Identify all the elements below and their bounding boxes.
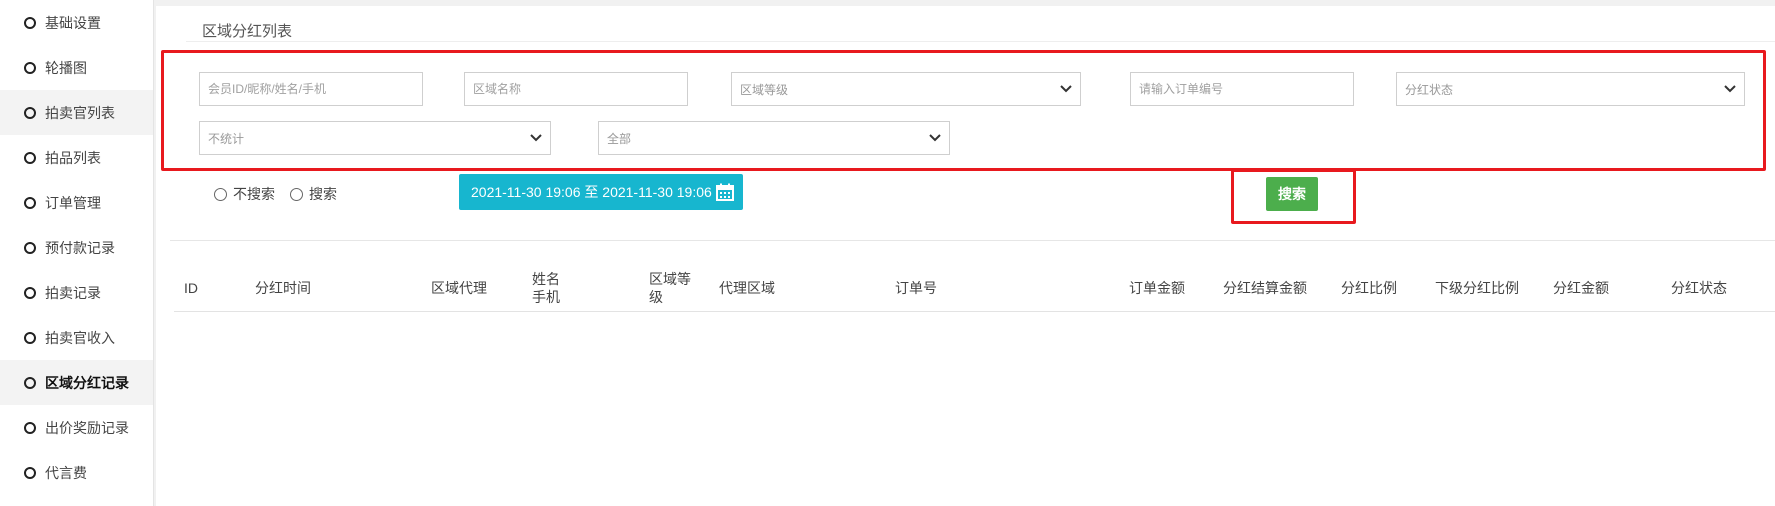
- chevron-down-icon: [929, 132, 941, 144]
- column-sub-dividend-ratio: 下级分红比例: [1435, 280, 1519, 296]
- column-name-phone: 姓名 手机: [532, 264, 560, 312]
- sidebar-item-lot-list[interactable]: 拍品列表: [0, 135, 153, 180]
- member-search-input[interactable]: [199, 72, 423, 106]
- sidebar-item-label: 预付款记录: [45, 239, 115, 256]
- sidebar-item-label: 订单管理: [45, 194, 101, 211]
- sidebar-item-basic-settings[interactable]: 基础设置: [0, 0, 153, 45]
- main-panel: 区域分红列表 区域等级 分红状态 不统计 全部 不搜索 搜索: [156, 6, 1775, 506]
- sidebar-item-bid-reward-records[interactable]: 出价奖励记录: [0, 405, 153, 450]
- sidebar-item-endorsement-fee[interactable]: 代言费: [0, 450, 153, 495]
- chevron-down-icon: [1060, 83, 1072, 95]
- table-header: ID 分红时间 区域代理 姓名 手机 区域等 级 代理区域 订单号 订单金额 分…: [174, 264, 1775, 312]
- area-name-input[interactable]: [464, 72, 688, 106]
- column-order-number: 订单号: [895, 280, 937, 296]
- column-area-level-line2: 级: [649, 289, 663, 305]
- circle-bullet-icon: [24, 241, 36, 254]
- circle-bullet-icon: [24, 376, 36, 389]
- scope-select[interactable]: 全部: [598, 121, 950, 155]
- circle-bullet-icon: [24, 196, 36, 209]
- dividend-status-select[interactable]: 分红状态: [1396, 72, 1745, 106]
- radio-no-search[interactable]: 不搜索: [214, 184, 275, 204]
- sidebar-item-label: 区域分红记录: [45, 374, 129, 391]
- sidebar-item-label: 基础设置: [45, 14, 101, 31]
- radio-button[interactable]: [290, 187, 303, 201]
- area-level-select[interactable]: 区域等级: [731, 72, 1081, 106]
- column-dividend-amount: 分红金额: [1553, 280, 1609, 296]
- circle-bullet-icon: [24, 421, 36, 434]
- sidebar-item-order-management[interactable]: 订单管理: [0, 180, 153, 225]
- page-title: 区域分红列表: [202, 23, 293, 40]
- circle-bullet-icon: [24, 466, 36, 479]
- circle-bullet-icon: [24, 61, 36, 74]
- sidebar: 基础设置 轮播图 拍卖官列表 拍品列表 订单管理 预付款记录 拍卖记录 拍卖官收…: [0, 0, 154, 506]
- search-button[interactable]: 搜索: [1266, 177, 1318, 211]
- statistics-select[interactable]: 不统计: [199, 121, 551, 155]
- column-dividend-ratio: 分红比例: [1341, 280, 1397, 296]
- sidebar-item-label: 拍卖官收入: [45, 329, 115, 346]
- sidebar-item-label: 代言费: [45, 464, 87, 481]
- circle-bullet-icon: [24, 151, 36, 164]
- column-name: 姓名: [532, 271, 560, 287]
- radio-button[interactable]: [214, 187, 227, 201]
- sidebar-item-auctioneer-list[interactable]: 拍卖官列表: [0, 90, 153, 135]
- date-range-picker[interactable]: 2021-11-30 19:06 至 2021-11-30 19:06: [459, 174, 743, 210]
- sidebar-item-label: 拍卖官列表: [45, 104, 115, 121]
- dividend-status-select-value: 分红状态: [1405, 82, 1454, 97]
- radio-search-label: 搜索: [309, 186, 337, 202]
- circle-bullet-icon: [24, 106, 36, 119]
- chevron-down-icon: [530, 132, 542, 144]
- column-dividend-time: 分红时间: [255, 280, 311, 296]
- sidebar-item-prepayment-records[interactable]: 预付款记录: [0, 225, 153, 270]
- radio-search[interactable]: 搜索: [290, 184, 337, 204]
- section-divider: [170, 240, 1775, 241]
- sidebar-item-carousel[interactable]: 轮播图: [0, 45, 153, 90]
- sidebar-item-label: 拍卖记录: [45, 284, 101, 301]
- column-area-level-line1: 区域等: [649, 271, 691, 287]
- circle-bullet-icon: [24, 286, 36, 299]
- column-dividend-status: 分红状态: [1671, 280, 1727, 296]
- column-id: ID: [184, 280, 198, 296]
- circle-bullet-icon: [24, 16, 36, 29]
- order-number-input[interactable]: [1130, 72, 1354, 106]
- chevron-down-icon: [1724, 83, 1736, 95]
- circle-bullet-icon: [24, 331, 36, 344]
- sidebar-item-auctioneer-income[interactable]: 拍卖官收入: [0, 315, 153, 360]
- date-range-text: 2021-11-30 19:06 至 2021-11-30 19:06: [471, 184, 712, 200]
- sidebar-item-label: 出价奖励记录: [45, 419, 129, 436]
- column-settle-amount: 分红结算金额: [1223, 280, 1307, 296]
- column-area-level: 区域等 级: [649, 264, 691, 312]
- column-phone: 手机: [532, 289, 560, 305]
- sidebar-item-label: 轮播图: [45, 59, 87, 76]
- sidebar-item-label: 拍品列表: [45, 149, 101, 166]
- title-divider: [186, 41, 1775, 42]
- sidebar-item-area-dividend-records[interactable]: 区域分红记录: [0, 360, 153, 405]
- calendar-icon: [715, 183, 734, 201]
- scope-select-value: 全部: [607, 131, 632, 146]
- sidebar-item-auction-records[interactable]: 拍卖记录: [0, 270, 153, 315]
- column-agent-area: 代理区域: [719, 280, 775, 296]
- radio-no-search-label: 不搜索: [233, 186, 275, 202]
- statistics-select-value: 不统计: [208, 131, 245, 146]
- column-order-amount: 订单金额: [1129, 280, 1185, 296]
- column-area-agent: 区域代理: [431, 280, 487, 296]
- area-level-select-value: 区域等级: [740, 82, 789, 97]
